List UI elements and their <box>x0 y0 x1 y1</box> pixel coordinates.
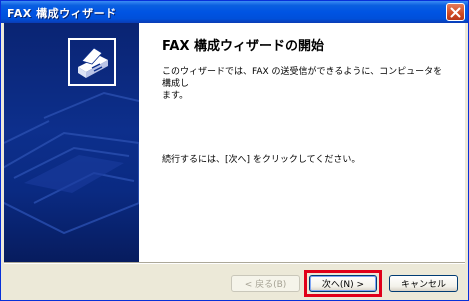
intro-line-2: ます。 <box>162 91 189 101</box>
cancel-button[interactable]: キャンセル <box>389 275 458 292</box>
intro-text: このウィザードでは、FAX の送受信ができるように、コンピュータを構成し ます。 <box>162 66 447 102</box>
intro-line-1: このウィザードでは、FAX の送受信ができるように、コンピュータを構成し <box>162 67 443 89</box>
wizard-client-area: FAX 構成ウィザードの開始 このウィザードでは、FAX の送受信ができるように… <box>4 23 465 299</box>
title-bar[interactable]: FAX 構成ウィザード <box>1 1 468 23</box>
continue-instruction: 続行するには、[次へ] をクリックしてください。 <box>162 155 361 165</box>
button-bar: < 戻る(B) 次へ(N) > キャンセル <box>4 262 465 299</box>
next-button[interactable]: 次へ(N) > <box>309 275 377 292</box>
close-icon <box>450 7 461 17</box>
side-banner <box>4 23 139 262</box>
window-title: FAX 構成ウィザード <box>7 7 117 20</box>
close-button[interactable] <box>446 3 465 21</box>
wizard-content: FAX 構成ウィザードの開始 このウィザードでは、FAX の送受信ができるように… <box>154 23 454 262</box>
separator-line <box>4 262 465 264</box>
back-button[interactable]: < 戻る(B) <box>231 275 300 292</box>
wizard-window: FAX 構成ウィザード FAX 構成ウィザードの開始 このウィザードでは、FAX… <box>0 0 469 301</box>
fax-machine-icon <box>68 38 116 86</box>
page-title: FAX 構成ウィザードの開始 <box>162 39 324 54</box>
